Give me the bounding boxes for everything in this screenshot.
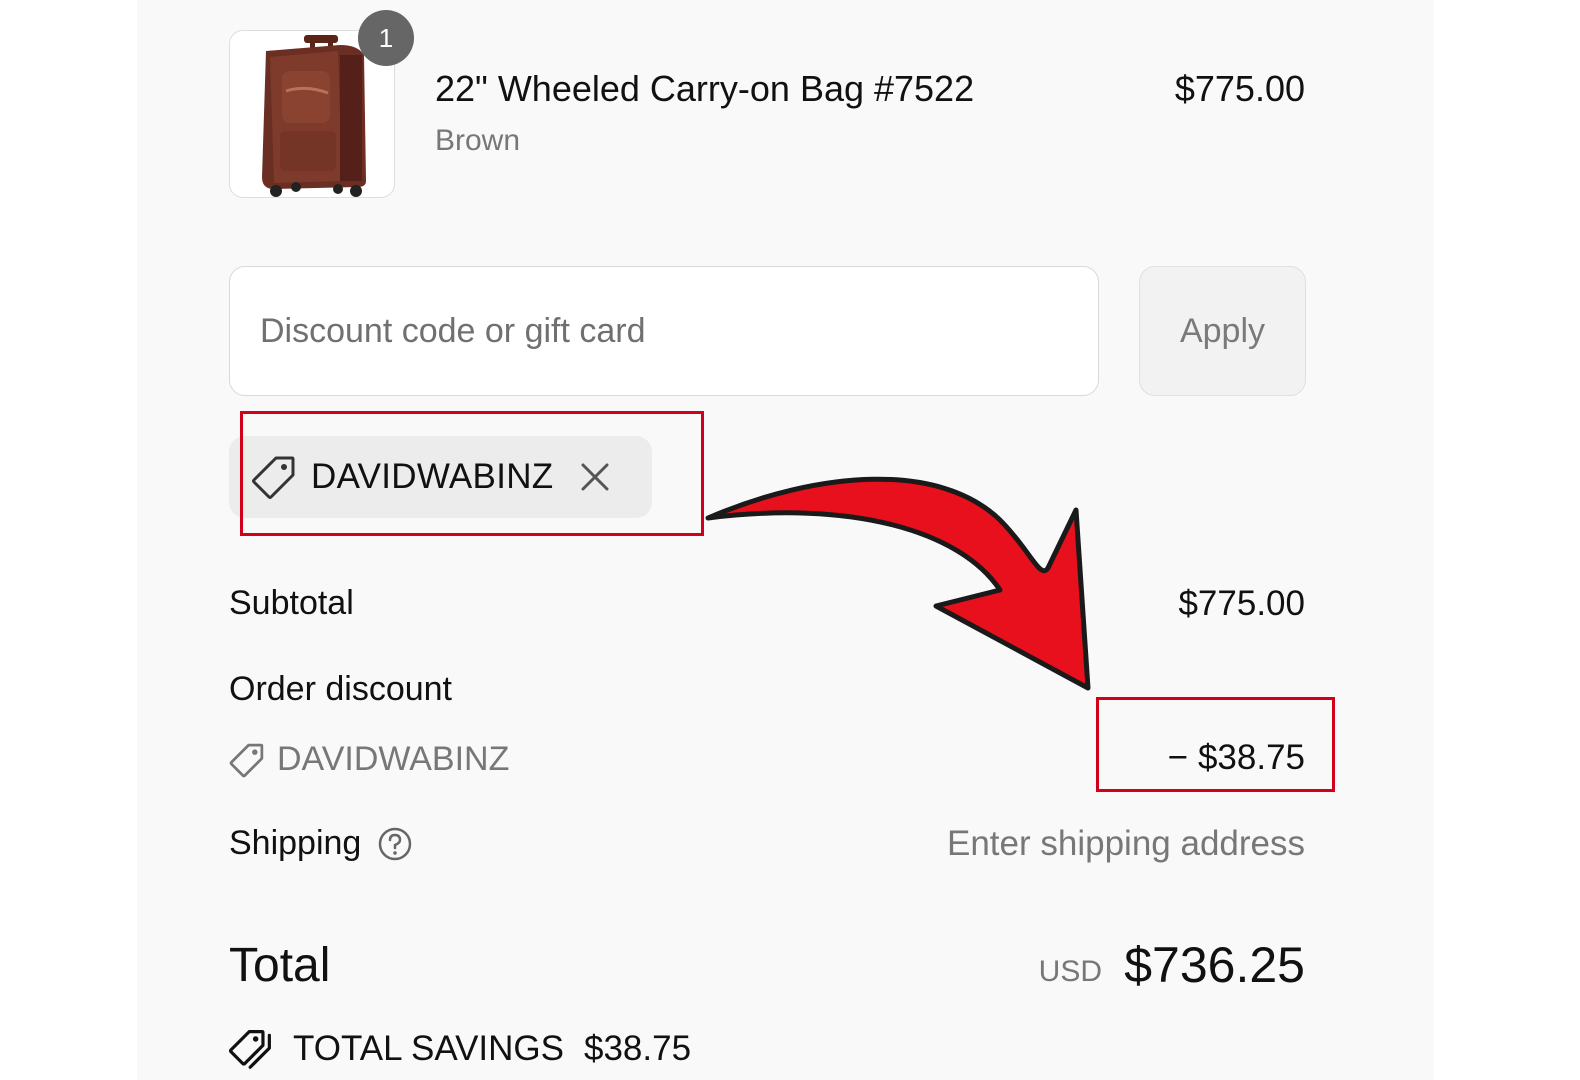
total-amount: $736.25: [1124, 937, 1305, 993]
code-highlight-box: [240, 411, 704, 536]
discount-highlight-box: [1096, 697, 1335, 792]
subtotal-label: Subtotal: [229, 584, 354, 622]
shipping-label-row: Shipping: [229, 824, 413, 863]
product-variant: Brown: [435, 124, 521, 157]
subtotal-value: $775.00: [1178, 584, 1305, 623]
order-discount-code-row: DAVIDWABINZ: [229, 740, 509, 779]
total-savings-label: TOTAL SAVINGS: [293, 1029, 564, 1068]
discount-code-input[interactable]: [229, 266, 1099, 396]
apply-button[interactable]: Apply: [1139, 266, 1306, 396]
total-label: Total: [229, 939, 331, 992]
tags-icon: [229, 1030, 271, 1069]
order-discount-label: Order discount: [229, 670, 452, 708]
order-discount-code: DAVIDWABINZ: [277, 740, 510, 778]
quantity-badge: 1: [358, 10, 414, 66]
product-title: 22" Wheeled Carry-on Bag #7522: [435, 68, 975, 109]
shipping-label: Shipping: [229, 824, 362, 862]
total-savings-row: TOTAL SAVINGS $38.75: [229, 1028, 691, 1070]
total-savings-value: $38.75: [584, 1029, 692, 1068]
product-price: $775.00: [1174, 68, 1305, 109]
currency-code: USD: [1038, 955, 1102, 988]
shipping-value: Enter shipping address: [947, 824, 1305, 863]
help-circle-icon[interactable]: [377, 826, 413, 862]
tag-icon: [229, 743, 264, 777]
